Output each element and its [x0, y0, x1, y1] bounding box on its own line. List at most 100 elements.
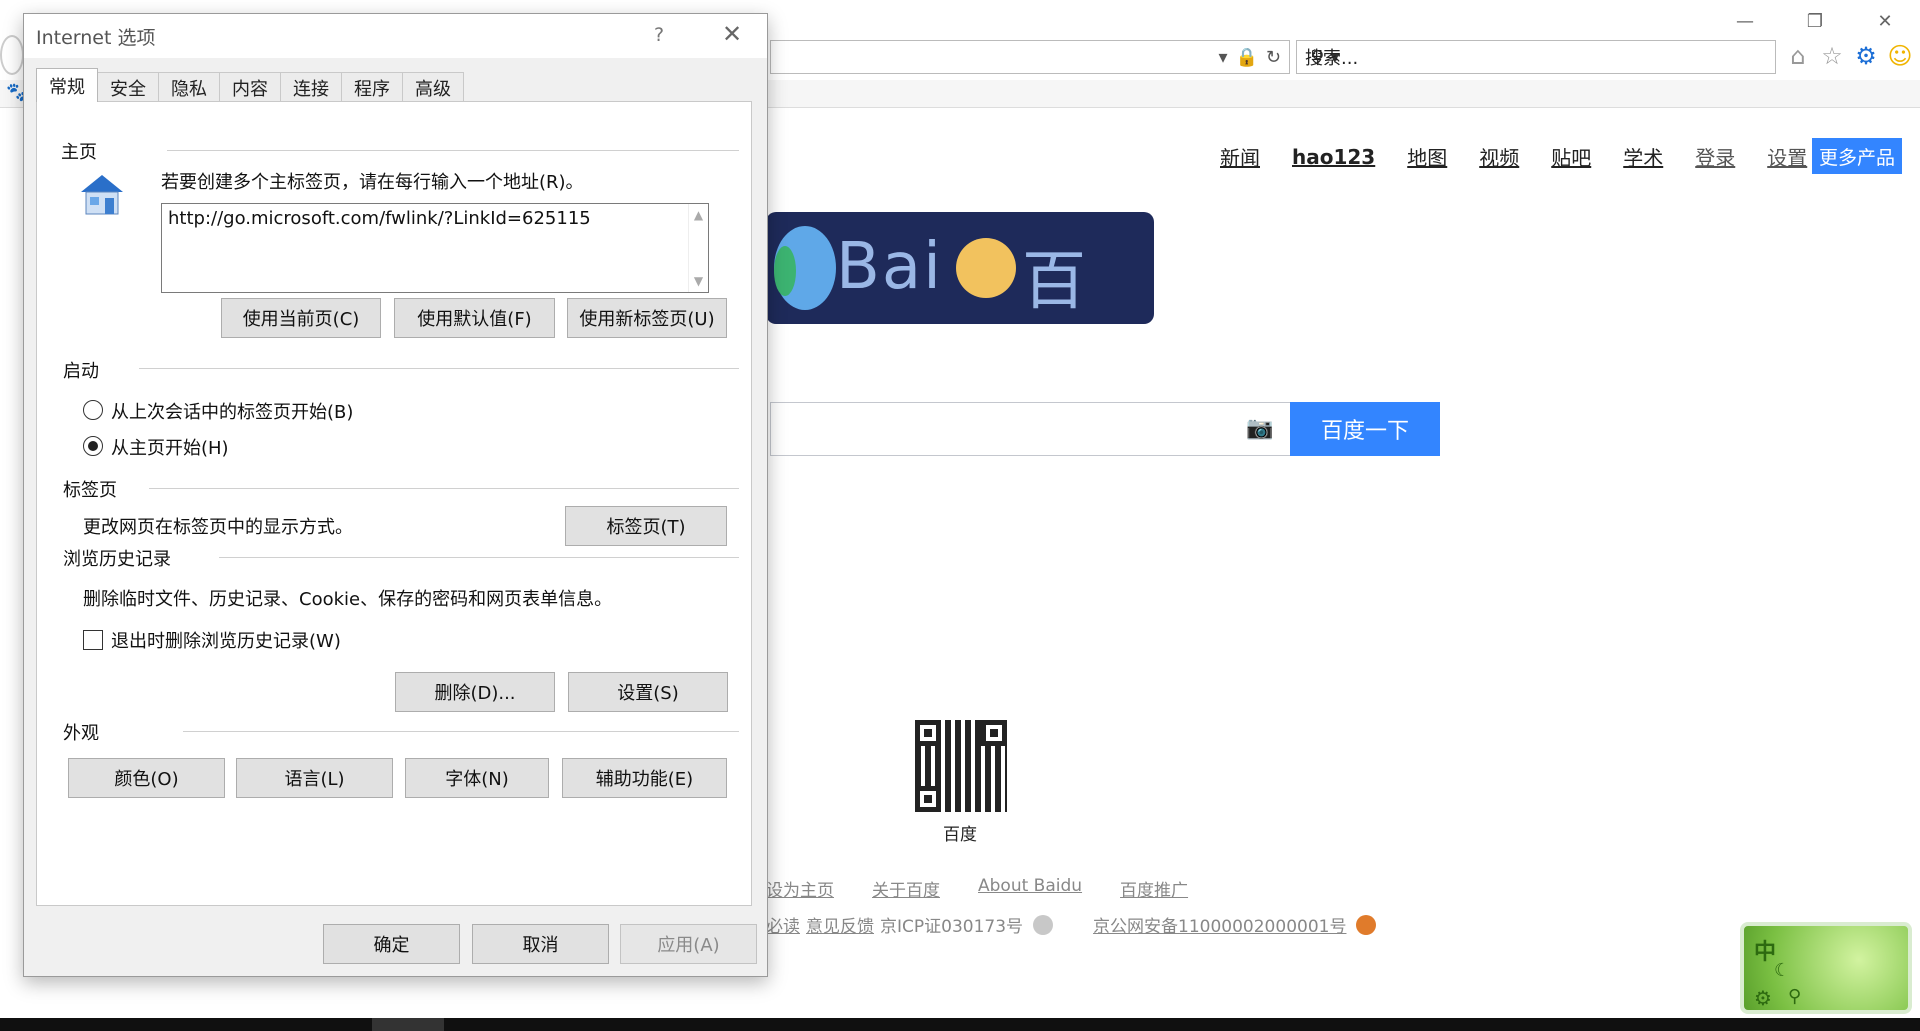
footer-feedback[interactable]: 意见反馈 [806, 912, 874, 937]
dropdown-icon[interactable]: ▾ [1218, 47, 1227, 68]
ime-language-label[interactable]: 中 [1754, 934, 1776, 966]
delete-history-on-exit-label[interactable]: 退出时删除浏览历史记录(W) [111, 627, 341, 653]
tab-programs[interactable]: 程序 [341, 72, 403, 102]
more-products-button[interactable]: 更多产品 [1812, 138, 1902, 174]
baidu-doodle-logo[interactable]: Bai 百度 [770, 216, 1150, 320]
tab-advanced[interactable]: 高级 [402, 72, 464, 102]
home-section-heading: 主页 [61, 142, 97, 163]
footer-icp: 京ICP证030173号 [880, 917, 1024, 937]
section-divider [219, 557, 739, 558]
close-window-button[interactable]: ✕ [1850, 6, 1920, 36]
nav-news[interactable]: 新闻 [1220, 142, 1260, 171]
appearance-section-heading: 外观 [63, 723, 99, 744]
browser-search-input[interactable]: 搜索... ⚲ ▾ [1296, 40, 1776, 74]
footer-police-record[interactable]: 京公网安备11000002000001号 [1093, 912, 1346, 937]
fonts-button[interactable]: 字体(N) [405, 758, 549, 798]
startup-section-heading: 启动 [63, 361, 99, 382]
gear-icon[interactable]: ⚙ [1754, 986, 1772, 1010]
home-icon[interactable]: ⌂ [1785, 42, 1811, 70]
radio-last-session-label[interactable]: 从上次会话中的标签页开始(B) [111, 398, 353, 424]
baidu-search-input[interactable] [770, 402, 1290, 456]
address-bar[interactable]: ▾ 🔒 ↻ [770, 40, 1290, 74]
logo-text-right: 百度 [1022, 245, 1088, 319]
section-divider [167, 150, 739, 151]
tab-content[interactable]: 内容 [219, 72, 281, 102]
history-settings-button[interactable]: 设置(S) [568, 672, 728, 712]
nav-settings[interactable]: 设置 [1767, 142, 1807, 171]
delete-history-button[interactable]: 删除(D)... [395, 672, 555, 712]
footer-must-read[interactable]: 必读 [766, 912, 800, 937]
pin-icon[interactable]: ⚲ [1788, 986, 1801, 1007]
footer-baidu-promotion[interactable]: 百度推广 [1120, 876, 1188, 901]
ok-button[interactable]: 确定 [323, 924, 460, 964]
tabs-settings-button[interactable]: 标签页(T) [565, 506, 727, 546]
tab-general[interactable]: 常规 [36, 68, 98, 102]
internet-options-dialog: Internet 选项 ? ✕ 常规 安全 隐私 内容 连接 程序 高级 主页 … [23, 13, 768, 977]
baidu-top-nav: 新闻 hao123 地图 视频 贴吧 学术 登录 设置 [1220, 142, 1839, 171]
radio-last-session[interactable] [83, 400, 103, 420]
planet-icon [774, 226, 836, 310]
textarea-scrollbar[interactable]: ▲ ▼ [688, 204, 708, 292]
history-section-heading: 浏览历史记录 [63, 549, 171, 570]
footer-set-homepage[interactable]: 设为主页 [766, 876, 834, 901]
footer-about-baidu[interactable]: 关于百度 [872, 876, 940, 901]
star-icon[interactable]: ☆ [1819, 42, 1845, 70]
baidu-search-button[interactable]: 百度一下 [1290, 402, 1440, 456]
taskbar-active-app[interactable] [372, 1018, 444, 1031]
back-button[interactable] [0, 35, 24, 75]
use-default-button[interactable]: 使用默认值(F) [394, 298, 555, 338]
taskbar [0, 1018, 1920, 1031]
tab-privacy[interactable]: 隐私 [158, 72, 220, 102]
moon-icon[interactable]: ☾ [1774, 960, 1790, 981]
minimize-button[interactable]: — [1710, 6, 1780, 36]
nav-video[interactable]: 视频 [1479, 142, 1519, 171]
home-instruction: 若要创建多个主标签页，请在每行输入一个地址(R)。 [161, 172, 584, 193]
browser-toolbar: ⌂ ☆ ⚙ ☺ [1785, 42, 1913, 70]
nav-hao123[interactable]: hao123 [1292, 145, 1375, 169]
gear-icon[interactable]: ⚙ [1853, 42, 1879, 70]
lock-icon[interactable]: 🔒 [1235, 47, 1257, 68]
cancel-button[interactable]: 取消 [472, 924, 609, 964]
accessibility-button[interactable]: 辅助功能(E) [562, 758, 727, 798]
dialog-tabs: 常规 安全 隐私 内容 连接 程序 高级 [36, 68, 464, 102]
radio-homepage[interactable] [83, 436, 103, 456]
footer-legal: 必读 意见反馈 京ICP证030173号 京公网安备11000002000001… [766, 912, 1377, 937]
window-controls: — ❐ ✕ [1710, 6, 1920, 36]
footer-about-baidu-en[interactable]: About Baidu [978, 876, 1082, 901]
tab-security[interactable]: 安全 [97, 72, 159, 102]
qr-label: 百度 [943, 825, 977, 845]
restore-button[interactable]: ❐ [1780, 6, 1850, 36]
logo-text-left: Bai [836, 230, 943, 304]
browser-search-placeholder: 搜索... [1305, 48, 1359, 69]
nav-tieba[interactable]: 贴吧 [1551, 142, 1591, 171]
section-divider [149, 488, 739, 489]
dialog-title: Internet 选项 [36, 26, 156, 49]
radio-homepage-label[interactable]: 从主页开始(H) [111, 434, 229, 460]
ime-status-widget[interactable]: 中 ☾ ⚙ ⚲ [1740, 922, 1912, 1014]
nav-map[interactable]: 地图 [1407, 142, 1447, 171]
colors-button[interactable]: 颜色(O) [68, 758, 225, 798]
moon-icon [956, 238, 1016, 298]
police-badge-icon [1356, 914, 1377, 935]
delete-history-on-exit-checkbox[interactable] [83, 630, 103, 650]
camera-icon[interactable]: 📷 [1246, 416, 1273, 441]
nav-xueshu[interactable]: 学术 [1623, 142, 1663, 171]
nav-login[interactable]: 登录 [1695, 142, 1735, 171]
languages-button[interactable]: 语言(L) [236, 758, 393, 798]
tabs-description: 更改网页在标签页中的显示方式。 [83, 517, 353, 538]
dialog-title-bar[interactable]: Internet 选项 ? ✕ [24, 14, 767, 58]
tab-connections[interactable]: 连接 [280, 72, 342, 102]
refresh-icon[interactable]: ↻ [1266, 47, 1281, 68]
house-icon [81, 175, 123, 215]
use-current-button[interactable]: 使用当前页(C) [221, 298, 381, 338]
close-button[interactable]: ✕ [722, 20, 742, 48]
icp-badge-icon [1033, 914, 1054, 935]
apply-button[interactable]: 应用(A) [620, 924, 757, 964]
tabs-section-heading: 标签页 [63, 480, 117, 501]
qr-code [915, 720, 1007, 812]
homepage-url-value: http://go.microsoft.com/fwlink/?LinkId=6… [168, 208, 591, 229]
smiley-icon[interactable]: ☺ [1887, 42, 1913, 70]
homepage-url-textarea[interactable]: http://go.microsoft.com/fwlink/?LinkId=6… [161, 203, 709, 293]
help-button[interactable]: ? [654, 24, 664, 46]
use-new-tab-button[interactable]: 使用新标签页(U) [567, 298, 727, 338]
